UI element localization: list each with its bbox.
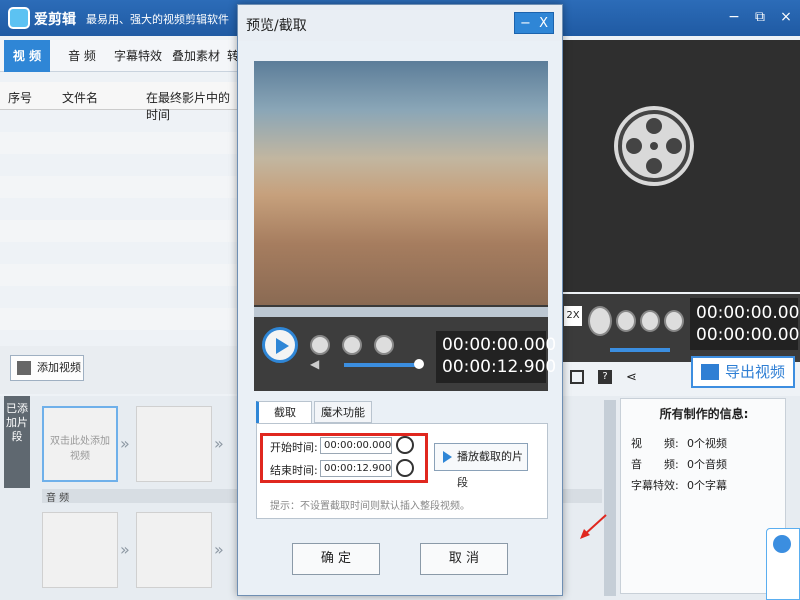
arrow-icon <box>580 514 607 539</box>
dialog-video-area: ◀ 00:00:00.000 00:00:12.900 <box>254 61 557 391</box>
film-reel-icon <box>614 106 694 186</box>
add-video-label: 添加视频 <box>37 361 81 374</box>
close-icon: X <box>539 16 549 31</box>
dialog-title: 预览/截取 <box>246 18 307 34</box>
export-label: 导出视频 <box>725 363 786 381</box>
tab-magic[interactable]: 魔术功能 <box>314 401 372 423</box>
dialog-tabs: 截取 魔术功能 <box>256 401 548 423</box>
dialog-stop-button[interactable] <box>310 335 330 355</box>
info-panel: 所有制作的信息: 视 频: 0个视频 音 频: 0个音频 字幕特效: 0个字幕 <box>620 398 786 594</box>
save-icon[interactable] <box>570 370 584 384</box>
first-slot-text: 双击此处添加视频 <box>50 436 110 462</box>
table-row[interactable] <box>0 176 240 198</box>
start-time-input[interactable]: 00:00:00.000 <box>320 437 392 454</box>
dialog-next-button[interactable] <box>374 335 394 355</box>
help-icon[interactable]: ? <box>598 370 612 384</box>
dialog-title-bar: 预览/截取 − X <box>238 5 562 41</box>
clock-icon[interactable] <box>396 436 414 454</box>
ad-widget[interactable] <box>766 528 800 600</box>
timeline-scrollbar[interactable] <box>604 400 616 596</box>
dialog-volume-knob[interactable] <box>414 359 424 369</box>
prev-frame-button[interactable] <box>640 310 660 332</box>
logo-icon <box>773 535 791 553</box>
export-video-button[interactable]: 导出视频 <box>691 356 795 388</box>
main-time-total: 00:00:00.000 <box>696 325 800 345</box>
dialog-player-controls: ◀ 00:00:00.000 00:00:12.900 <box>254 317 557 391</box>
dialog-time-total: 00:00:12.900 <box>442 357 557 377</box>
film-icon <box>17 361 31 375</box>
video-frame <box>254 61 548 305</box>
restore-button[interactable]: ⧉ <box>750 9 770 25</box>
info-audio-value: 0个音频 <box>687 458 727 471</box>
chevron-right-icon: » <box>214 540 224 559</box>
info-subtitle-value: 0个字幕 <box>687 479 727 492</box>
tab-trim[interactable]: 截取 <box>256 401 312 423</box>
app-slogan: 最易用、强大的视频剪辑软件 <box>86 13 229 26</box>
main-time-display: 00:00:00.000 00:00:00.000 <box>690 298 800 350</box>
dialog-volume-slider[interactable] <box>344 363 416 367</box>
end-time-label: 结束时间: <box>270 464 318 477</box>
stop-button[interactable] <box>616 310 636 332</box>
col-filename: 文件名 <box>62 91 99 105</box>
table-row[interactable] <box>0 132 240 154</box>
table-row[interactable] <box>0 308 240 330</box>
seek-bar[interactable] <box>254 307 548 317</box>
add-video-button[interactable]: 添加视频 <box>10 355 84 381</box>
end-time-input[interactable]: 00:00:12.900 <box>320 460 392 477</box>
next-frame-button[interactable] <box>664 310 684 332</box>
dialog-close-button[interactable]: − X <box>514 12 554 34</box>
tab-video[interactable]: 视 频 <box>4 40 50 72</box>
play-button[interactable] <box>588 306 612 336</box>
table-row[interactable] <box>0 220 240 242</box>
tab-subtitle-effects[interactable]: 字幕特效 <box>110 40 166 72</box>
preview-trim-dialog: 预览/截取 − X ◀ 00:00:00.000 00:00:12.900 截取… <box>237 4 607 596</box>
volume-icon: ◀ <box>310 357 320 371</box>
col-time: 在最终影片中的时间 <box>146 91 231 122</box>
info-video-label: 视 频: <box>631 437 679 450</box>
share-icon[interactable]: ⋖ <box>626 370 637 385</box>
dialog-time-current: 00:00:00.000 <box>442 335 557 355</box>
minimize-icon: − <box>519 16 531 31</box>
ok-button[interactable]: 确 定 <box>292 543 380 575</box>
app-name: 爱剪辑 <box>34 12 76 28</box>
app-logo-icon <box>8 7 30 29</box>
audio-slot[interactable] <box>136 512 212 588</box>
dialog-play-button[interactable] <box>262 327 298 363</box>
play-icon <box>443 451 452 463</box>
tab-audio[interactable]: 音 频 <box>58 40 106 72</box>
table-row[interactable] <box>0 264 240 286</box>
export-icon <box>701 364 719 380</box>
tab-overlay[interactable]: 叠加素材 <box>168 40 224 72</box>
main-tab-bar: 视 频 音 频 字幕特效 叠加素材 转 <box>0 40 240 72</box>
col-index: 序号 <box>8 91 33 105</box>
chevron-right-icon: » <box>120 434 130 453</box>
chevron-right-icon: » <box>214 434 224 453</box>
audio-slot[interactable] <box>42 512 118 588</box>
chevron-right-icon: » <box>120 540 130 559</box>
info-title: 所有制作的信息: <box>659 407 749 421</box>
start-time-label: 开始时间: <box>270 441 318 454</box>
dialog-time-display: 00:00:00.000 00:00:12.900 <box>436 331 557 383</box>
timeline-slot[interactable] <box>136 406 212 482</box>
close-button[interactable]: × <box>776 9 796 25</box>
info-audio-label: 音 频: <box>631 458 679 471</box>
main-volume-slider[interactable] <box>610 348 670 352</box>
cancel-button[interactable]: 取 消 <box>420 543 508 575</box>
play-icon <box>276 338 289 354</box>
speed-button[interactable]: 2X <box>564 306 582 326</box>
timeline-slot-first[interactable]: 双击此处添加视频 <box>42 406 118 482</box>
minimize-button[interactable]: − <box>724 9 744 25</box>
info-subtitle-label: 字幕特效: <box>631 479 679 492</box>
clock-icon[interactable] <box>396 459 414 477</box>
play-clip-button[interactable]: 播放截取的片段 <box>434 443 528 489</box>
timeline-side-label: 已添加片段 <box>4 396 30 488</box>
file-table-header: 序号 文件名 在最终影片中的时间 <box>0 82 240 122</box>
main-time-current: 00:00:00.000 <box>696 303 800 323</box>
info-video-value: 0个视频 <box>687 437 727 450</box>
dialog-prev-button[interactable] <box>342 335 362 355</box>
hint-text: 提示：不设置截取时间则默认插入整段视频。 <box>270 501 470 512</box>
